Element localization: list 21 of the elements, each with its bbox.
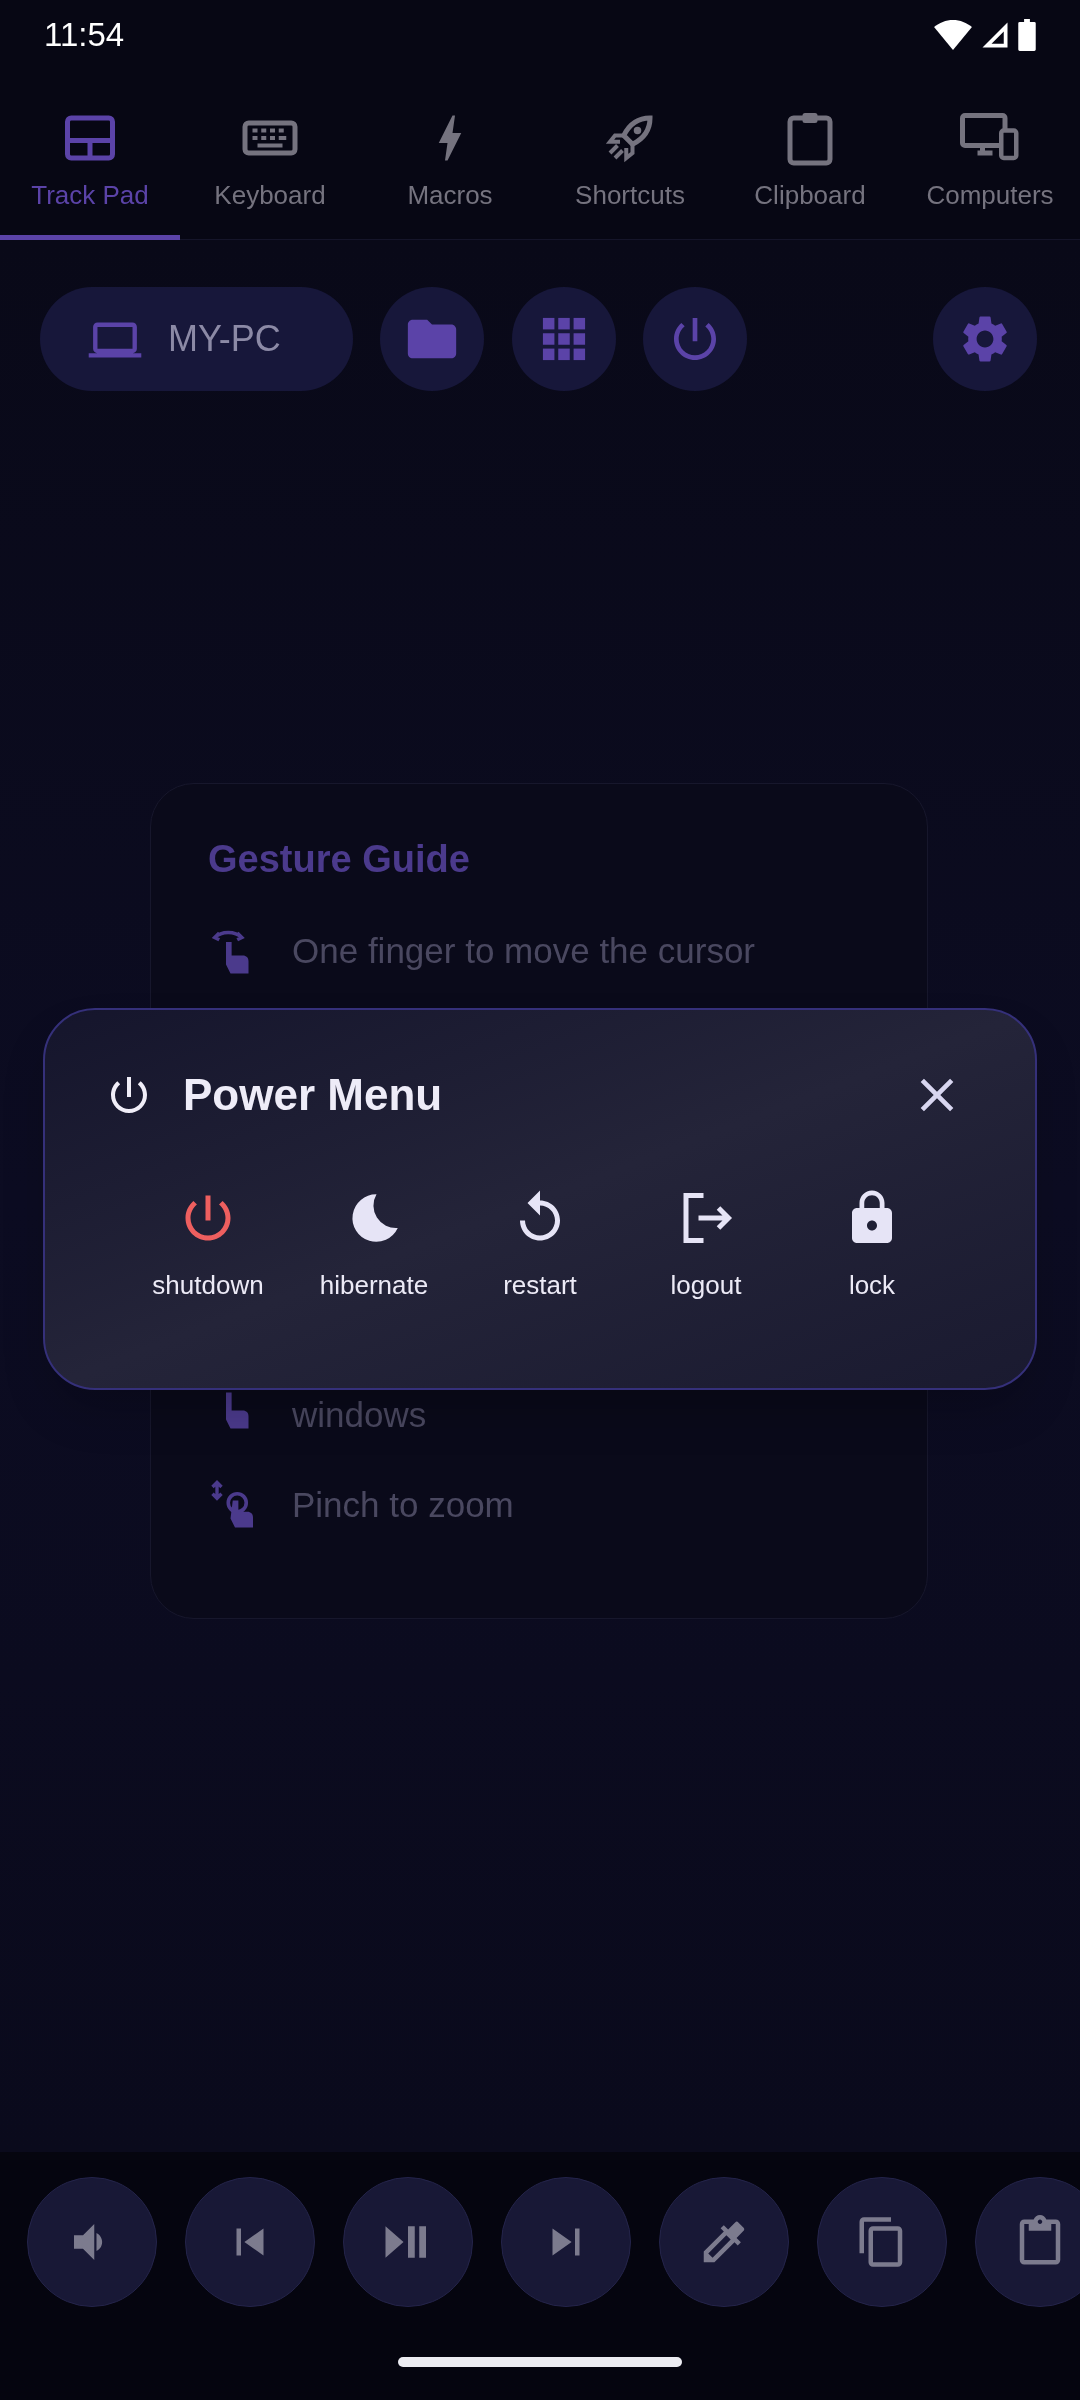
tab[interactable]: Shortcuts: [540, 70, 720, 240]
wifi-icon: [934, 20, 972, 50]
tab[interactable]: Macros: [360, 70, 540, 240]
battery-icon: [1018, 19, 1036, 51]
power-action-button[interactable]: logout: [623, 1188, 789, 1305]
tab[interactable]: Computers: [900, 70, 1080, 240]
device-selector[interactable]: MY-PC: [40, 287, 353, 391]
gesture-text: One finger to move the cursor: [292, 930, 755, 972]
power-action-button[interactable]: shutdown: [125, 1188, 291, 1305]
tab[interactable]: Clipboard: [720, 70, 900, 240]
power-action-button[interactable]: lock: [789, 1188, 955, 1305]
power-action-button[interactable]: hibernate: [291, 1188, 457, 1305]
gesture-text: Pinch to zoom: [292, 1484, 514, 1526]
power-action-button[interactable]: restart: [457, 1188, 623, 1305]
tab[interactable]: Keyboard: [180, 70, 360, 240]
dialog-title: Power Menu: [183, 1069, 443, 1121]
signal-icon: [980, 20, 1010, 50]
card-title: Gesture Guide: [208, 837, 471, 882]
grid-icon: [541, 316, 587, 362]
clock-time: 11:54: [44, 15, 125, 56]
gesture-text: windows: [292, 1394, 427, 1436]
